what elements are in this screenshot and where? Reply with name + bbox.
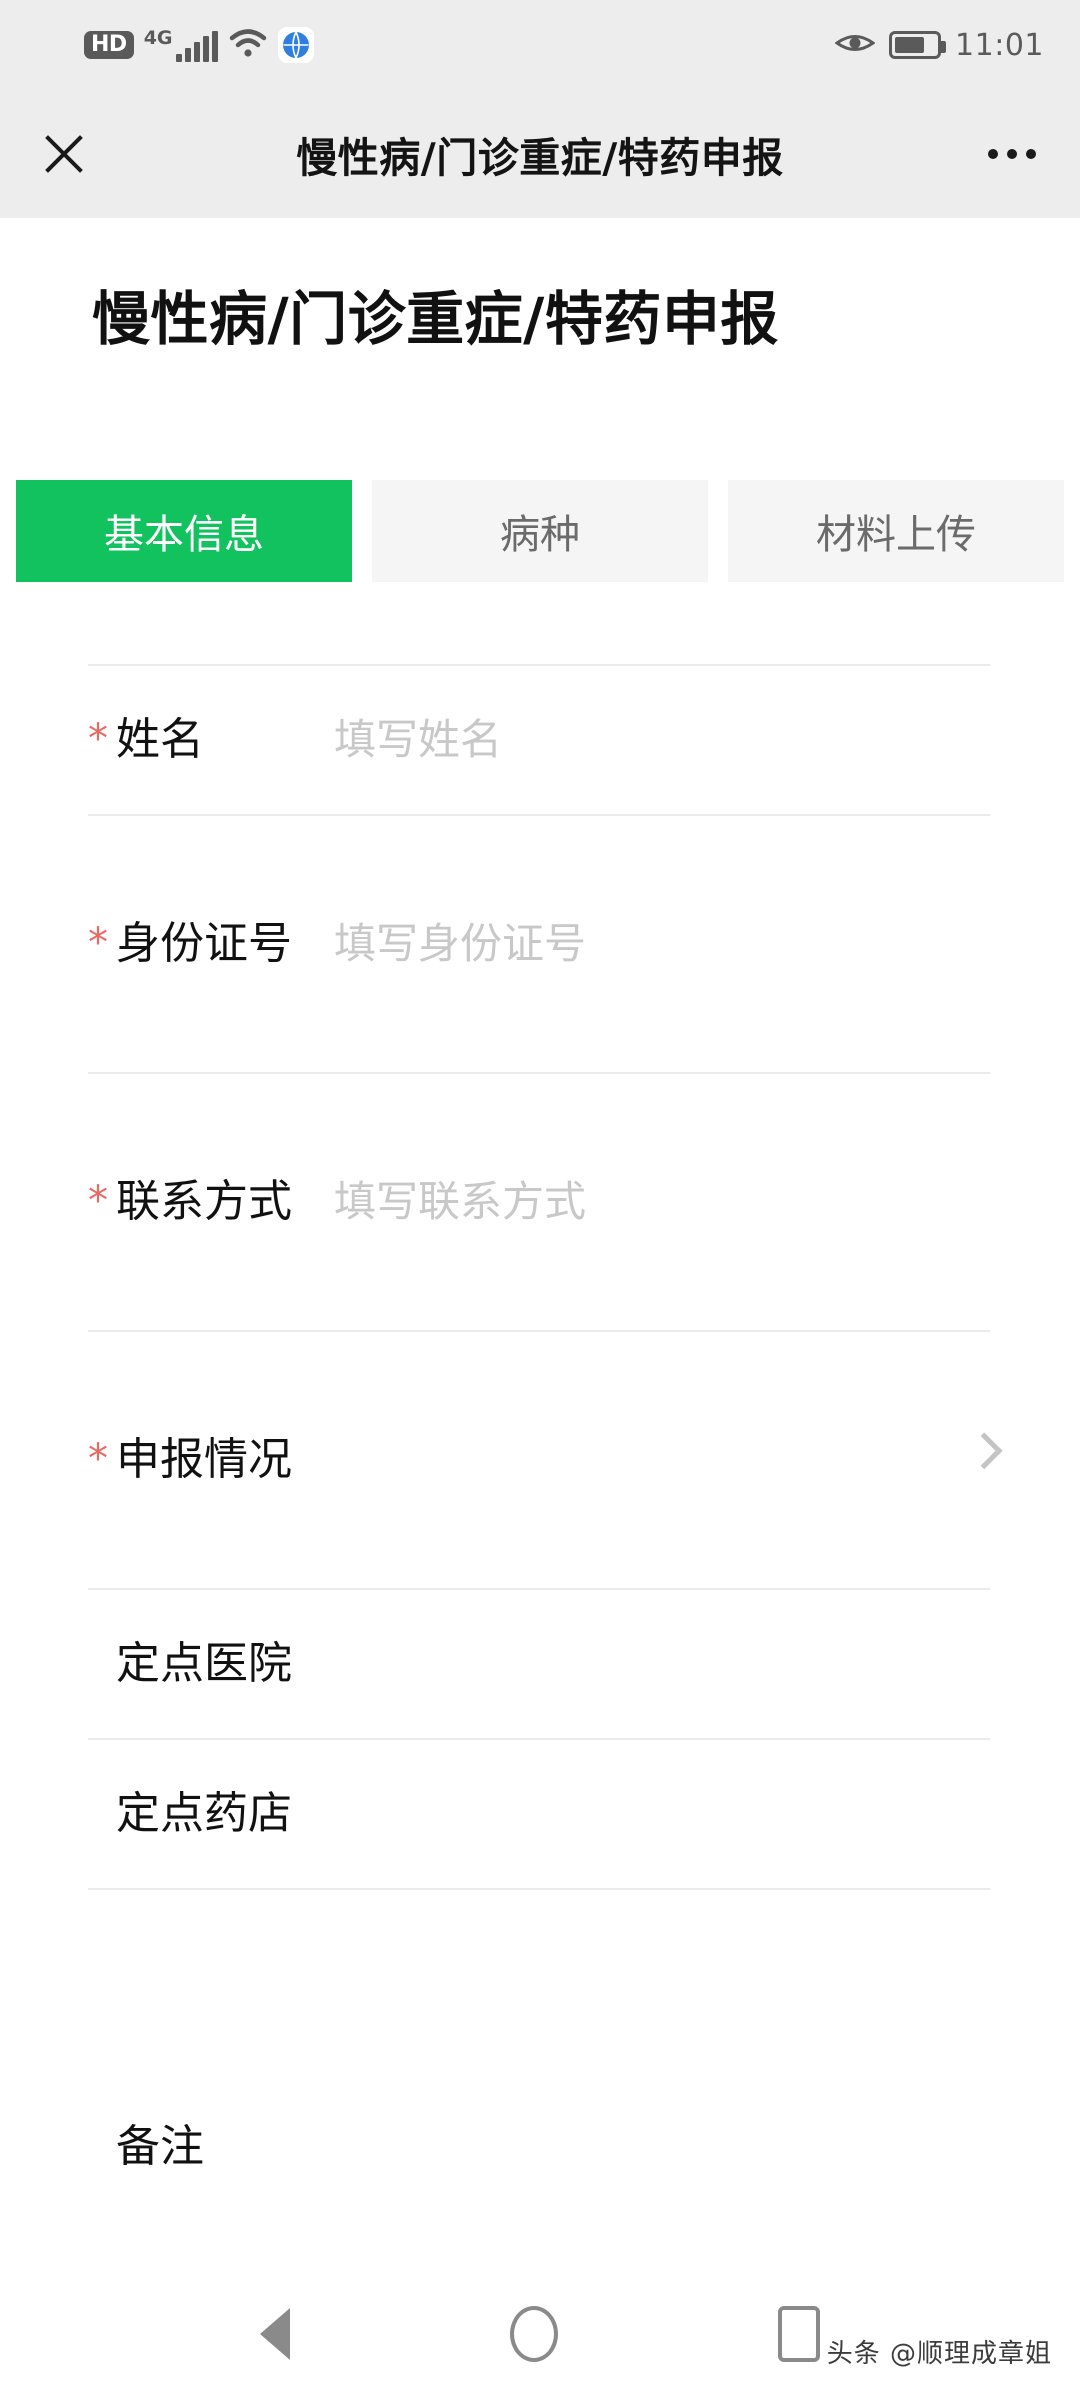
form-label-contact: * 联系方式 — [88, 1171, 308, 1233]
tab-basic-info[interactable]: 基本信息 — [16, 480, 352, 582]
nav-title: 慢性病/门诊重症/特药申报 — [296, 134, 784, 182]
form-input-id-number[interactable]: 填写身份证号 — [308, 917, 990, 972]
signal-bars-icon: 4G — [143, 26, 218, 62]
required-asterisk: * — [88, 715, 108, 762]
form-basic-info: * 姓名 填写姓名 * 身份证号 填写身份证号 * 联系方式 填写联系方式 * — [0, 664, 1080, 2252]
form-label-text: 联系方式 — [116, 1175, 292, 1227]
required-asterisk: * — [88, 1435, 108, 1482]
home-circle-icon[interactable] — [510, 2306, 558, 2362]
phone-screen: HD 4G 11:01 慢性病/门诊重症/特药申报 慢性病/门诊重症/特药申报 … — [0, 0, 1080, 2400]
hd-badge: HD — [84, 31, 134, 59]
page-title: 慢性病/门诊重症/特药申报 — [92, 285, 779, 353]
form-row-designated-hospital[interactable]: 定点医院 — [0, 1590, 1080, 1738]
globe-icon — [277, 27, 314, 63]
form-row-declaration-status[interactable]: * 申报情况 — [0, 1332, 1080, 1588]
form-label-text: 定点药店 — [116, 1787, 292, 1839]
nav-header: 慢性病/门诊重症/特药申报 — [0, 90, 1080, 218]
battery-icon — [889, 31, 947, 59]
status-bar-left: HD 4G — [84, 27, 314, 63]
form-label-name: * 姓名 — [88, 709, 308, 771]
eye-icon — [834, 30, 876, 60]
form-row-remark[interactable]: 备注 — [0, 2056, 1080, 2252]
status-bar: HD 4G 11:01 — [0, 0, 1080, 90]
clock-label: 11:01 — [955, 27, 1044, 63]
form-label-designated-hospital: 定点医院 — [88, 1633, 308, 1695]
form-label-id-number: * 身份证号 — [88, 913, 308, 975]
signal-bars-glyph — [175, 30, 218, 62]
status-bar-right: 11:01 — [834, 27, 1044, 63]
back-triangle-icon[interactable] — [260, 2308, 290, 2360]
tab-bar: 基本信息 病种 材料上传 — [16, 480, 1064, 582]
required-asterisk: * — [88, 1177, 108, 1224]
recents-square-icon[interactable] — [778, 2306, 820, 2362]
form-row-contact[interactable]: * 联系方式 填写联系方式 — [0, 1074, 1080, 1330]
tab-material-upload[interactable]: 材料上传 — [728, 480, 1064, 582]
form-label-text: 申报情况 — [116, 1433, 292, 1485]
close-icon[interactable] — [36, 126, 92, 182]
form-row-id-number[interactable]: * 身份证号 填写身份证号 — [0, 816, 1080, 1072]
form-label-text: 备注 — [116, 2121, 204, 2172]
form-label-designated-pharmacy: 定点药店 — [88, 1783, 308, 1845]
chevron-right-icon[interactable] — [965, 1432, 1003, 1470]
wifi-icon — [228, 27, 268, 63]
form-label-text: 定点医院 — [116, 1637, 292, 1689]
form-label-text: 身份证号 — [116, 917, 292, 969]
network-type-label: 4G — [143, 26, 173, 49]
watermark-text: 头条 @顺理成章姐 — [826, 2339, 1052, 2369]
form-input-name[interactable]: 填写姓名 — [308, 713, 990, 768]
form-input-contact[interactable]: 填写联系方式 — [308, 1175, 990, 1230]
form-spacer — [0, 1890, 1080, 2056]
required-asterisk: * — [88, 919, 108, 966]
form-label-text: 姓名 — [116, 713, 204, 765]
form-row-name[interactable]: * 姓名 填写姓名 — [0, 666, 1080, 814]
form-row-designated-pharmacy[interactable]: 定点药店 — [0, 1740, 1080, 1888]
form-label-remark: 备注 — [88, 2116, 308, 2178]
more-options-icon[interactable] — [988, 149, 1036, 159]
form-label-declaration-status: * 申报情况 — [88, 1429, 308, 1491]
tab-disease-type[interactable]: 病种 — [372, 480, 708, 582]
